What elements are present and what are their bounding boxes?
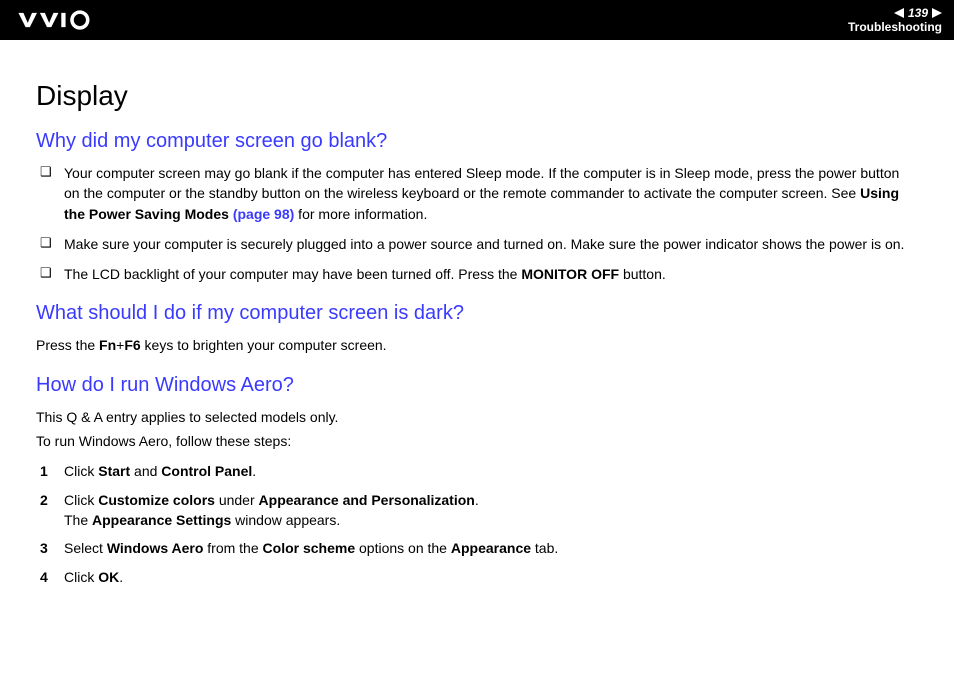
page-number: 139	[908, 6, 928, 20]
list-item: Click Start and Control Panel.	[36, 461, 918, 481]
page-nav: 139	[848, 6, 942, 20]
next-page-icon[interactable]	[932, 8, 942, 18]
page-link[interactable]: (page 98)	[233, 206, 294, 222]
list-item: Click Customize colors under Appearance …	[36, 490, 918, 531]
header-bar: 139 Troubleshooting	[0, 0, 954, 40]
content: Display Why did my computer screen go bl…	[0, 40, 954, 615]
vaio-logo	[12, 10, 122, 30]
header-right: 139 Troubleshooting	[848, 6, 942, 35]
list-item: Make sure your computer is securely plug…	[36, 234, 918, 254]
q3-intro1: This Q & A entry applies to selected mod…	[36, 407, 918, 427]
q2-body: Press the Fn+F6 keys to brighten your co…	[36, 335, 918, 355]
page-title: Display	[36, 80, 918, 112]
q3-intro2: To run Windows Aero, follow these steps:	[36, 431, 918, 451]
q3-heading: How do I run Windows Aero?	[36, 374, 918, 397]
list-item: Select Windows Aero from the Color schem…	[36, 538, 918, 558]
q2-heading: What should I do if my computer screen i…	[36, 302, 918, 325]
q1-heading: Why did my computer screen go blank?	[36, 130, 918, 153]
q3-steps: Click Start and Control Panel. Click Cus…	[36, 461, 918, 586]
section-label: Troubleshooting	[848, 20, 942, 34]
list-item: The LCD backlight of your computer may h…	[36, 264, 918, 284]
list-item: Click OK.	[36, 567, 918, 587]
q1-list: Your computer screen may go blank if the…	[36, 163, 918, 284]
prev-page-icon[interactable]	[894, 8, 904, 18]
list-item: Your computer screen may go blank if the…	[36, 163, 918, 224]
